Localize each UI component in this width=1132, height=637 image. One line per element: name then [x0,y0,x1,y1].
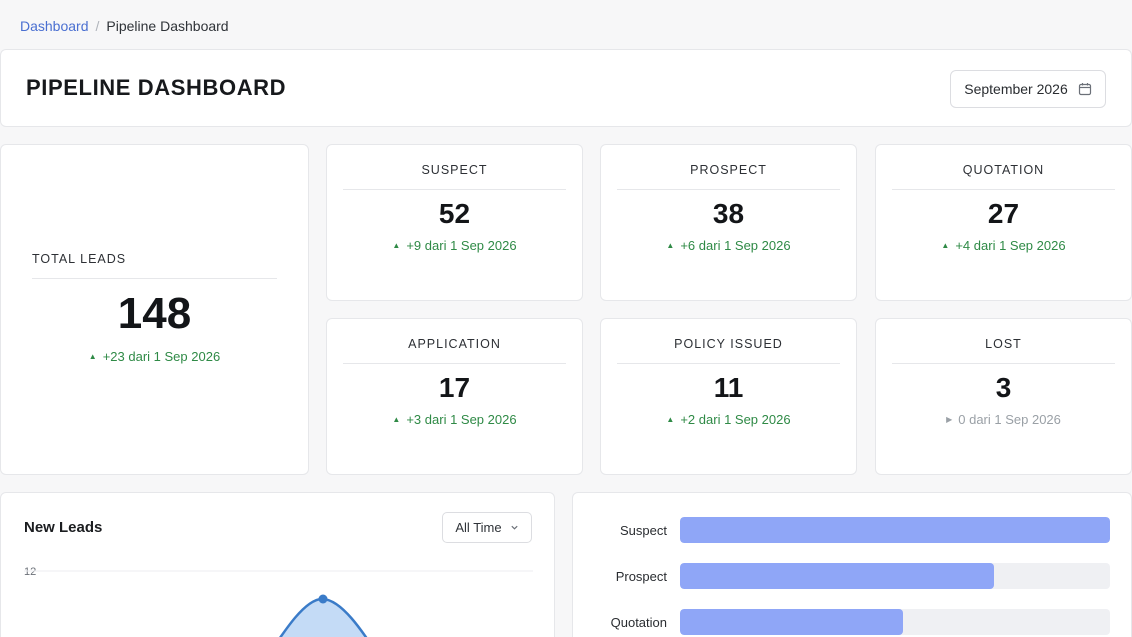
stat-delta-text: +4 dari 1 Sep 2026 [955,238,1066,253]
stat-delta-text: +6 dari 1 Sep 2026 [680,238,791,253]
funnel-label: Suspect [620,523,667,538]
funnel-bar[interactable] [680,517,1110,543]
trend-up-icon: ▲ [666,415,675,424]
funnel-row-suspect: Suspect [573,517,1132,545]
stat-delta: ▲ +2 dari 1 Sep 2026 [617,412,840,427]
stat-card-prospect: PROSPECT 38 ▲ +6 dari 1 Sep 2026 [600,144,857,301]
stat-label: QUOTATION [892,163,1115,190]
stat-card-lost: LOST 3 ▶ 0 dari 1 Sep 2026 [875,318,1132,475]
funnel-label: Quotation [610,615,667,630]
stat-value: 52 [438,198,471,229]
chevron-down-icon [510,525,518,530]
stat-delta: ▲ +6 dari 1 Sep 2026 [617,238,840,253]
stat-delta: ▶ 0 dari 1 Sep 2026 [892,412,1115,427]
stat-delta: ▲ +4 dari 1 Sep 2026 [892,238,1115,253]
funnel-track [680,609,1110,635]
new-leads-card: New Leads All Time 12 [0,492,555,637]
funnel-track [680,517,1110,543]
stat-card-application: APPLICATION 17 ▲ +3 dari 1 Sep 2026 [326,318,583,475]
time-range-label: All Time [455,520,502,535]
time-range-dropdown[interactable]: All Time [442,512,532,543]
stat-delta-text: +9 dari 1 Sep 2026 [406,238,517,253]
stat-label: APPLICATION [343,337,566,364]
stat-card-policy-issued: POLICY ISSUED 11 ▲ +2 dari 1 Sep 2026 [600,318,857,475]
stat-value: 11 [713,372,744,403]
stat-label: POLICY ISSUED [617,337,840,364]
month-picker-label: September 2026 [964,81,1068,97]
new-leads-chart: 12 [24,566,533,637]
funnel-row-prospect: Prospect [573,563,1132,591]
stat-value: 17 [438,372,471,403]
trend-up-icon: ▲ [941,241,950,250]
total-leads-value: 148 [117,289,192,338]
trend-up-icon: ▲ [392,415,401,424]
pipeline-funnel-card: Suspect Prospect Quotation [572,492,1132,637]
stat-delta: ▲ +3 dari 1 Sep 2026 [343,412,566,427]
page-header-card: PIPELINE DASHBOARD September 2026 [0,49,1132,127]
stat-card-suspect: SUSPECT 52 ▲ +9 dari 1 Sep 2026 [326,144,583,301]
funnel-bar[interactable] [680,609,904,635]
total-leads-delta-text: +23 dari 1 Sep 2026 [102,349,221,364]
stat-delta-text: 0 dari 1 Sep 2026 [958,412,1061,427]
month-picker-button[interactable]: September 2026 [950,70,1106,108]
trend-up-icon: ▲ [88,352,97,361]
stat-delta-text: +2 dari 1 Sep 2026 [680,412,791,427]
leads-point[interactable] [318,594,328,604]
stat-label: PROSPECT [617,163,840,190]
stat-delta-text: +3 dari 1 Sep 2026 [406,412,517,427]
stat-value: 3 [995,372,1012,403]
funnel-row-quotation: Quotation [573,609,1132,637]
breadcrumb-current: Pipeline Dashboard [106,18,229,34]
y-tick-label: 12 [24,566,36,578]
stat-card-quotation: QUOTATION 27 ▲ +4 dari 1 Sep 2026 [875,144,1132,301]
total-leads-label: TOTAL LEADS [32,252,277,279]
new-leads-title: New Leads [24,519,103,536]
leads-area [280,598,366,637]
stat-delta: ▲ +9 dari 1 Sep 2026 [343,238,566,253]
breadcrumb-dashboard-link[interactable]: Dashboard [20,18,89,34]
funnel-label: Prospect [615,569,667,584]
stat-label: SUSPECT [343,163,566,190]
trend-up-icon: ▲ [392,241,401,250]
stat-value: 38 [712,198,745,229]
total-leads-card: TOTAL LEADS 148 ▲ +23 dari 1 Sep 2026 [0,144,309,475]
calendar-icon [1078,83,1091,96]
funnel-bar[interactable] [680,563,995,589]
trend-up-icon: ▲ [666,241,675,250]
trend-flat-icon: ▶ [946,415,953,424]
stat-label: LOST [892,337,1115,364]
page-title: PIPELINE DASHBOARD [26,75,287,100]
funnel-track [680,563,1110,589]
breadcrumb: Dashboard / Pipeline Dashboard [20,18,229,34]
stat-value: 27 [987,198,1020,229]
total-leads-delta: ▲ +23 dari 1 Sep 2026 [32,349,277,364]
breadcrumb-separator: / [95,18,100,34]
